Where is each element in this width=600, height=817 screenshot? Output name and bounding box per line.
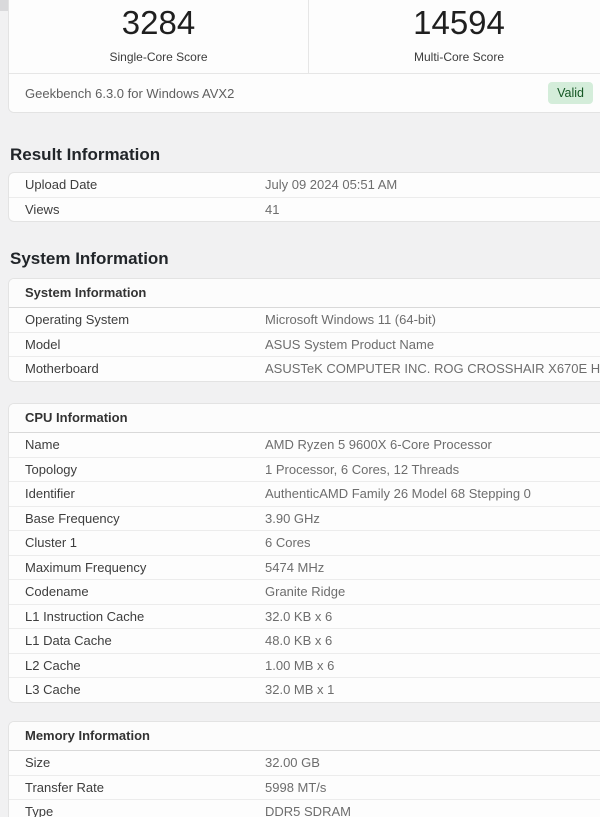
row-value: Granite Ridge	[265, 584, 346, 599]
row-label: Cluster 1	[25, 535, 78, 550]
row-label: Topology	[25, 461, 78, 477]
geekbench-result-page: 3284 Single-Core Score 14594 Multi-Core …	[0, 0, 600, 817]
row-value: AMD Ryzen 5 9600X 6-Core Processor	[265, 437, 492, 452]
score-summary-card: 3284 Single-Core Score 14594 Multi-Core …	[8, 0, 600, 113]
table-row: Name AMD Ryzen 5 9600X 6-Core Processor	[9, 433, 600, 458]
row-label: L1 Data Cache	[25, 633, 112, 648]
result-information-card: Upload Date July 09 2024 05:51 AM Views …	[8, 172, 600, 222]
single-core-score-block: 3284 Single-Core Score	[9, 0, 309, 73]
card-header: System Information	[9, 279, 600, 308]
row-label: Model	[25, 336, 61, 352]
table-row: Size 32.00 GB	[9, 751, 600, 776]
table-row: Views 41	[9, 198, 600, 222]
system-information-heading: System Information	[10, 249, 169, 268]
table-row: Topology 1 Processor, 6 Cores, 12 Thread…	[9, 458, 600, 482]
row-label: Size	[25, 755, 51, 770]
row-value: 41	[265, 201, 280, 217]
row-label: Upload Date	[25, 177, 98, 192]
row-value: ASUS System Product Name	[265, 336, 435, 352]
table-row: Model ASUS System Product Name	[9, 333, 600, 357]
geekbench-version-text: Geekbench 6.3.0 for Windows AVX2	[25, 85, 235, 101]
row-value: 1 Processor, 6 Cores, 12 Threads	[265, 461, 460, 477]
score-row: 3284 Single-Core Score 14594 Multi-Core …	[9, 0, 600, 74]
single-core-score-value: 3284	[121, 4, 196, 41]
row-value: 1.00 MB x 6	[265, 657, 335, 673]
score-footer: Geekbench 6.3.0 for Windows AVX2 Valid	[9, 74, 600, 112]
multi-core-score-value: 14594	[413, 4, 505, 41]
row-value: ASUSTeK COMPUTER INC. ROG CROSSHAIR X670…	[265, 361, 600, 376]
card-header: Memory Information	[9, 722, 600, 751]
row-value: 48.0 KB x 6	[265, 633, 333, 648]
row-value: 5474 MHz	[265, 559, 325, 575]
row-label: Operating System	[25, 312, 130, 327]
table-row: Operating System Microsoft Windows 11 (6…	[9, 308, 600, 333]
multi-core-score-label: Multi-Core Score	[413, 50, 505, 64]
row-label: Identifier	[25, 486, 75, 501]
row-label: L1 Instruction Cache	[25, 608, 145, 624]
row-label: Codename	[25, 584, 89, 599]
table-row: Codename Granite Ridge	[9, 580, 600, 605]
row-value: DDR5 SDRAM	[265, 804, 351, 817]
row-value: July 09 2024 05:51 AM	[265, 177, 398, 192]
row-label: L2 Cache	[25, 657, 81, 673]
row-label: L3 Cache	[25, 682, 81, 697]
page-edge-fragment	[0, 0, 8, 11]
table-row: Identifier AuthenticAMD Family 26 Model …	[9, 482, 600, 507]
single-core-score-label: Single-Core Score	[109, 50, 208, 64]
table-row: L1 Data Cache 48.0 KB x 6	[9, 629, 600, 654]
row-value: 5998 MT/s	[265, 779, 327, 795]
row-label: Motherboard	[25, 361, 99, 376]
table-row: Cluster 1 6 Cores	[9, 531, 600, 556]
row-label: Transfer Rate	[25, 779, 104, 795]
row-label: Name	[25, 437, 60, 452]
table-row: L1 Instruction Cache 32.0 KB x 6	[9, 605, 600, 629]
table-row: Upload Date July 09 2024 05:51 AM	[9, 173, 600, 198]
multi-core-score-block: 14594 Multi-Core Score	[309, 0, 600, 73]
result-information-heading: Result Information	[10, 145, 161, 164]
row-label: Maximum Frequency	[25, 559, 147, 575]
row-value: AuthenticAMD Family 26 Model 68 Stepping…	[265, 486, 531, 501]
memory-information-card: Memory Information Size 32.00 GB Transfe…	[8, 721, 600, 817]
cpu-information-card: CPU Information Name AMD Ryzen 5 9600X 6…	[8, 403, 600, 703]
row-value: 3.90 GHz	[265, 510, 320, 526]
table-row: Maximum Frequency 5474 MHz	[9, 556, 600, 580]
row-value: 6 Cores	[265, 535, 311, 550]
table-row: Transfer Rate 5998 MT/s	[9, 776, 600, 800]
table-row: L2 Cache 1.00 MB x 6	[9, 654, 600, 678]
row-value: 32.0 MB x 1	[265, 682, 335, 697]
row-label: Views	[25, 201, 60, 217]
row-value: Microsoft Windows 11 (64-bit)	[265, 312, 436, 327]
row-value: 32.0 KB x 6	[265, 608, 333, 624]
table-row: Motherboard ASUSTeK COMPUTER INC. ROG CR…	[9, 357, 600, 381]
valid-status-badge: Valid	[548, 82, 593, 104]
row-value: 32.00 GB	[265, 755, 320, 770]
row-label: Base Frequency	[25, 510, 120, 526]
table-row: Type DDR5 SDRAM	[9, 800, 600, 817]
card-header: CPU Information	[9, 404, 600, 433]
row-label: Type	[25, 804, 54, 817]
table-row: Base Frequency 3.90 GHz	[9, 507, 600, 531]
table-row: L3 Cache 32.0 MB x 1	[9, 678, 600, 702]
system-information-card: System Information Operating System Micr…	[8, 278, 600, 382]
